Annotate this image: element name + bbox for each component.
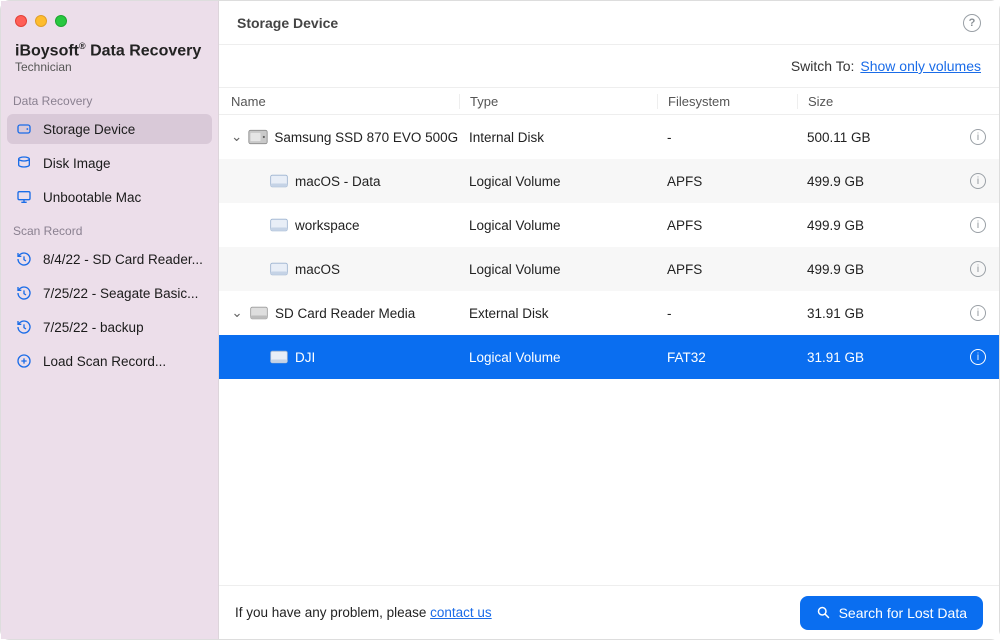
table-row[interactable]: workspace Logical VolumeAPFS499.9 GB i bbox=[219, 203, 999, 247]
window-minimize-icon[interactable] bbox=[35, 15, 47, 27]
footer-message: If you have any problem, please contact … bbox=[235, 605, 492, 620]
sidebar-item-unbootable-mac[interactable]: Unbootable Mac bbox=[7, 182, 212, 212]
sidebar-item-label: Disk Image bbox=[43, 156, 111, 171]
info-icon[interactable]: i bbox=[970, 261, 986, 277]
row-size: 499.9 GB bbox=[797, 174, 957, 189]
row-size: 499.9 GB bbox=[797, 262, 957, 277]
show-only-volumes-link[interactable]: Show only volumes bbox=[860, 58, 981, 74]
window-close-icon[interactable] bbox=[15, 15, 27, 27]
button-label: Search for Lost Data bbox=[839, 605, 967, 621]
table-row[interactable]: macOS Logical VolumeAPFS499.9 GB i bbox=[219, 247, 999, 291]
sidebar-item-scan-1[interactable]: 7/25/22 - Seagate Basic... bbox=[7, 278, 212, 308]
table-row[interactable]: ⌄ SD Card Reader Media External Disk-31.91… bbox=[219, 291, 999, 335]
sidebar-item-label: Load Scan Record... bbox=[43, 354, 166, 369]
external-drive-icon bbox=[249, 305, 269, 321]
volume-icon bbox=[269, 261, 289, 277]
row-type: Logical Volume bbox=[459, 350, 657, 365]
app-title: iBoysoft® Data Recovery bbox=[1, 37, 218, 60]
row-filesystem: APFS bbox=[657, 262, 797, 277]
page-title: Storage Device bbox=[237, 15, 338, 31]
row-name: DJI bbox=[295, 350, 315, 365]
hdd-icon bbox=[248, 129, 268, 145]
row-name: SD Card Reader Media bbox=[275, 306, 415, 321]
row-filesystem: - bbox=[657, 306, 797, 321]
sidebar-item-storage-device[interactable]: Storage Device bbox=[7, 114, 212, 144]
row-type: External Disk bbox=[459, 306, 657, 321]
col-size[interactable]: Size bbox=[797, 94, 957, 109]
row-size: 499.9 GB bbox=[797, 218, 957, 233]
row-size: 31.91 GB bbox=[797, 350, 957, 365]
search-for-lost-data-button[interactable]: Search for Lost Data bbox=[800, 596, 983, 630]
info-icon[interactable]: i bbox=[970, 173, 986, 189]
info-icon[interactable]: i bbox=[970, 349, 986, 365]
row-filesystem: - bbox=[657, 130, 797, 145]
col-filesystem[interactable]: Filesystem bbox=[657, 94, 797, 109]
sidebar-item-load-scan-record[interactable]: Load Scan Record... bbox=[7, 346, 212, 376]
monitor-icon bbox=[15, 189, 33, 205]
sidebar-item-label: 7/25/22 - backup bbox=[43, 320, 144, 335]
row-filesystem: APFS bbox=[657, 174, 797, 189]
history-icon bbox=[15, 319, 33, 335]
sidebar-item-disk-image[interactable]: Disk Image bbox=[7, 148, 212, 178]
row-name: Samsung SSD 870 EVO 500GB... bbox=[274, 130, 459, 145]
sidebar-section-scan-record: Scan Record bbox=[1, 214, 218, 242]
sidebar-item-label: 7/25/22 - Seagate Basic... bbox=[43, 286, 198, 301]
sidebar-item-label: Unbootable Mac bbox=[43, 190, 141, 205]
row-type: Internal Disk bbox=[459, 130, 657, 145]
drive-icon bbox=[15, 121, 33, 137]
info-icon[interactable]: i bbox=[970, 129, 986, 145]
row-size: 500.11 GB bbox=[797, 130, 957, 145]
sidebar-item-scan-0[interactable]: 8/4/22 - SD Card Reader... bbox=[7, 244, 212, 274]
table-row[interactable]: ⌄ Samsung SSD 870 EVO 500GB...Internal Di… bbox=[219, 115, 999, 159]
window-zoom-icon[interactable] bbox=[55, 15, 67, 27]
row-type: Logical Volume bbox=[459, 262, 657, 277]
row-name: workspace bbox=[295, 218, 360, 233]
history-icon bbox=[15, 285, 33, 301]
sidebar-item-label: 8/4/22 - SD Card Reader... bbox=[43, 252, 203, 267]
table-row[interactable]: macOS - Data Logical VolumeAPFS499.9 GB i bbox=[219, 159, 999, 203]
info-icon[interactable]: i bbox=[970, 305, 986, 321]
row-type: Logical Volume bbox=[459, 174, 657, 189]
sidebar-section-data-recovery: Data Recovery bbox=[1, 84, 218, 112]
disk-image-icon bbox=[15, 155, 33, 171]
volume-icon bbox=[269, 349, 289, 365]
help-icon[interactable]: ? bbox=[963, 14, 981, 32]
row-filesystem: FAT32 bbox=[657, 350, 797, 365]
col-name[interactable]: Name bbox=[219, 94, 459, 109]
row-name: macOS bbox=[295, 262, 340, 277]
chevron-down-icon[interactable]: ⌄ bbox=[231, 305, 243, 321]
row-name: macOS - Data bbox=[295, 174, 381, 189]
search-icon bbox=[816, 605, 831, 620]
sidebar-item-label: Storage Device bbox=[43, 122, 135, 137]
row-filesystem: APFS bbox=[657, 218, 797, 233]
volume-icon bbox=[269, 217, 289, 233]
switch-to-label: Switch To: bbox=[791, 58, 855, 74]
row-type: Logical Volume bbox=[459, 218, 657, 233]
info-icon[interactable]: i bbox=[970, 217, 986, 233]
history-icon bbox=[15, 251, 33, 267]
contact-us-link[interactable]: contact us bbox=[430, 605, 492, 620]
row-size: 31.91 GB bbox=[797, 306, 957, 321]
sidebar-item-scan-2[interactable]: 7/25/22 - backup bbox=[7, 312, 212, 342]
plus-circle-icon bbox=[15, 353, 33, 369]
table-row[interactable]: DJI Logical VolumeFAT3231.91 GB i bbox=[219, 335, 999, 379]
table-header: Name Type Filesystem Size bbox=[219, 87, 999, 115]
volume-icon bbox=[269, 173, 289, 189]
chevron-down-icon[interactable]: ⌄ bbox=[231, 129, 242, 145]
col-type[interactable]: Type bbox=[459, 94, 657, 109]
app-subtitle: Technician bbox=[1, 60, 218, 84]
